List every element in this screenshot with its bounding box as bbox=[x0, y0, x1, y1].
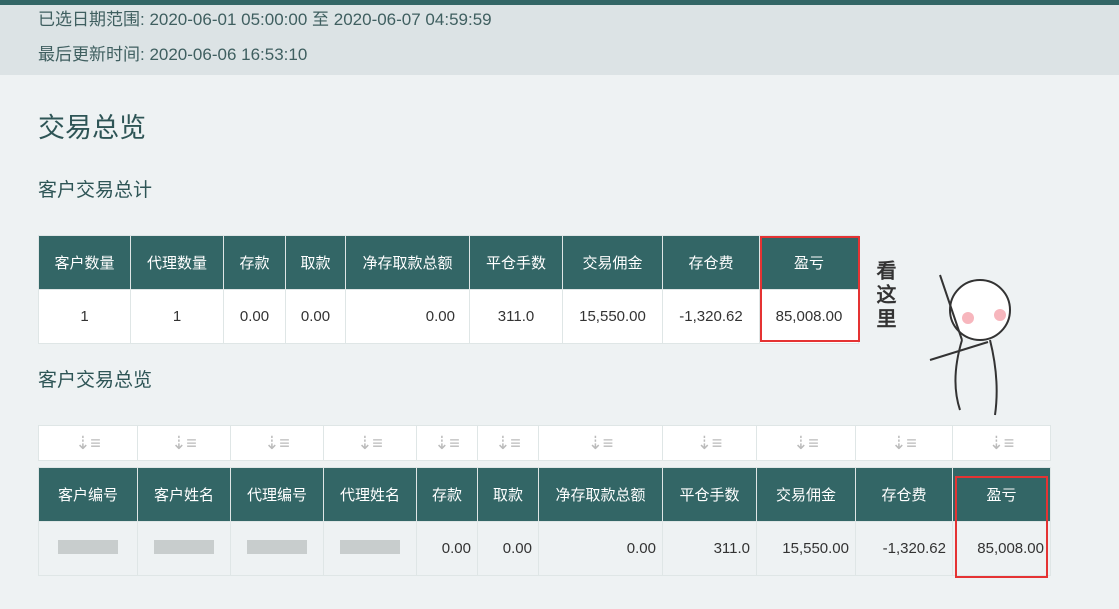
sort-icon[interactable]: ⇣≡ bbox=[38, 425, 138, 461]
column-header[interactable]: 净存取款总额 bbox=[345, 235, 470, 290]
sort-row: ⇣≡ ⇣≡ ⇣≡ ⇣≡ ⇣≡ ⇣≡ ⇣≡ ⇣≡ ⇣≡ ⇣≡ ⇣≡ bbox=[38, 425, 1051, 461]
sticker-character-icon bbox=[929, 274, 1011, 416]
highlight-box bbox=[760, 236, 860, 342]
column-header[interactable]: 取款 bbox=[285, 235, 346, 290]
table-cell: 1 bbox=[130, 289, 224, 344]
column-header[interactable]: 代理数量 bbox=[130, 235, 224, 290]
column-header[interactable]: 取款 bbox=[477, 467, 539, 522]
column-header[interactable]: 平仓手数 bbox=[469, 235, 563, 290]
sort-icon[interactable]: ⇣≡ bbox=[538, 425, 663, 461]
column-header[interactable]: 客户编号 bbox=[38, 467, 138, 522]
column-header[interactable]: 存仓费 bbox=[662, 235, 760, 290]
summary-title: 客户交易总计 bbox=[38, 180, 153, 201]
table-cell: 0.00 bbox=[416, 521, 478, 576]
table-cell: 1 bbox=[38, 289, 131, 344]
redacted-value bbox=[154, 539, 214, 554]
column-header[interactable]: 客户姓名 bbox=[137, 467, 231, 522]
table-cell bbox=[38, 521, 138, 576]
table-cell: 0.00 bbox=[345, 289, 470, 344]
redacted-value bbox=[340, 539, 400, 554]
detail-table: 客户编号 客户姓名 代理编号 代理姓名 存款 取款 净存取款总额 平仓手数 交易佣金 存仓费 盈亏 0… bbox=[38, 467, 1051, 576]
date-info-bar: 已选日期范围: 2020-06-01 05:00:00 至 2020-06-07… bbox=[0, 0, 1119, 75]
table-cell bbox=[323, 521, 417, 576]
redacted-value bbox=[58, 539, 118, 554]
table-cell: 0.00 bbox=[223, 289, 286, 344]
column-header[interactable]: 存款 bbox=[416, 467, 478, 522]
table-cell: 15,550.00 bbox=[562, 289, 663, 344]
table-cell bbox=[230, 521, 324, 576]
column-header[interactable]: 存仓费 bbox=[855, 467, 953, 522]
column-header[interactable]: 净存取款总额 bbox=[538, 467, 663, 522]
column-header[interactable]: 代理姓名 bbox=[323, 467, 417, 522]
sort-icon[interactable]: ⇣≡ bbox=[137, 425, 231, 461]
sort-icon[interactable]: ⇣≡ bbox=[662, 425, 757, 461]
table-cell: 0.00 bbox=[477, 521, 539, 576]
detail-title: 客户交易总览 bbox=[38, 370, 153, 391]
column-header[interactable]: 交易佣金 bbox=[756, 467, 856, 522]
table-cell: 311.0 bbox=[469, 289, 563, 344]
table-cell bbox=[137, 521, 231, 576]
date-range: 已选日期范围: 2020-06-01 05:00:00 至 2020-06-07… bbox=[38, 10, 492, 29]
page-title: 交易总览 bbox=[38, 113, 146, 143]
sort-icon[interactable]: ⇣≡ bbox=[477, 425, 539, 461]
column-header[interactable]: 交易佣金 bbox=[562, 235, 663, 290]
table-cell: 0.00 bbox=[538, 521, 663, 576]
table-cell: -1,320.62 bbox=[662, 289, 760, 344]
sort-icon[interactable]: ⇣≡ bbox=[756, 425, 856, 461]
table-cell: -1,320.62 bbox=[855, 521, 953, 576]
table-cell: 0.00 bbox=[285, 289, 346, 344]
last-update: 最后更新时间: 2020-06-06 16:53:10 bbox=[38, 45, 308, 64]
summary-table: 客户数量 代理数量 存款 取款 净存取款总额 平仓手数 交易佣金 存仓费 盈亏 1 1 0.00 0.0… bbox=[38, 235, 859, 344]
sort-icon[interactable]: ⇣≡ bbox=[416, 425, 478, 461]
table-cell: 311.0 bbox=[662, 521, 757, 576]
column-header[interactable]: 客户数量 bbox=[38, 235, 131, 290]
sort-icon[interactable]: ⇣≡ bbox=[952, 425, 1051, 461]
table-cell: 15,550.00 bbox=[756, 521, 856, 576]
highlight-box bbox=[955, 476, 1048, 578]
column-header[interactable]: 代理编号 bbox=[230, 467, 324, 522]
sticker-text: 看这里 bbox=[873, 260, 895, 332]
sort-icon[interactable]: ⇣≡ bbox=[855, 425, 953, 461]
column-header[interactable]: 平仓手数 bbox=[662, 467, 757, 522]
sort-icon[interactable]: ⇣≡ bbox=[230, 425, 324, 461]
column-header[interactable]: 存款 bbox=[223, 235, 286, 290]
redacted-value bbox=[247, 539, 307, 554]
sort-icon[interactable]: ⇣≡ bbox=[323, 425, 417, 461]
